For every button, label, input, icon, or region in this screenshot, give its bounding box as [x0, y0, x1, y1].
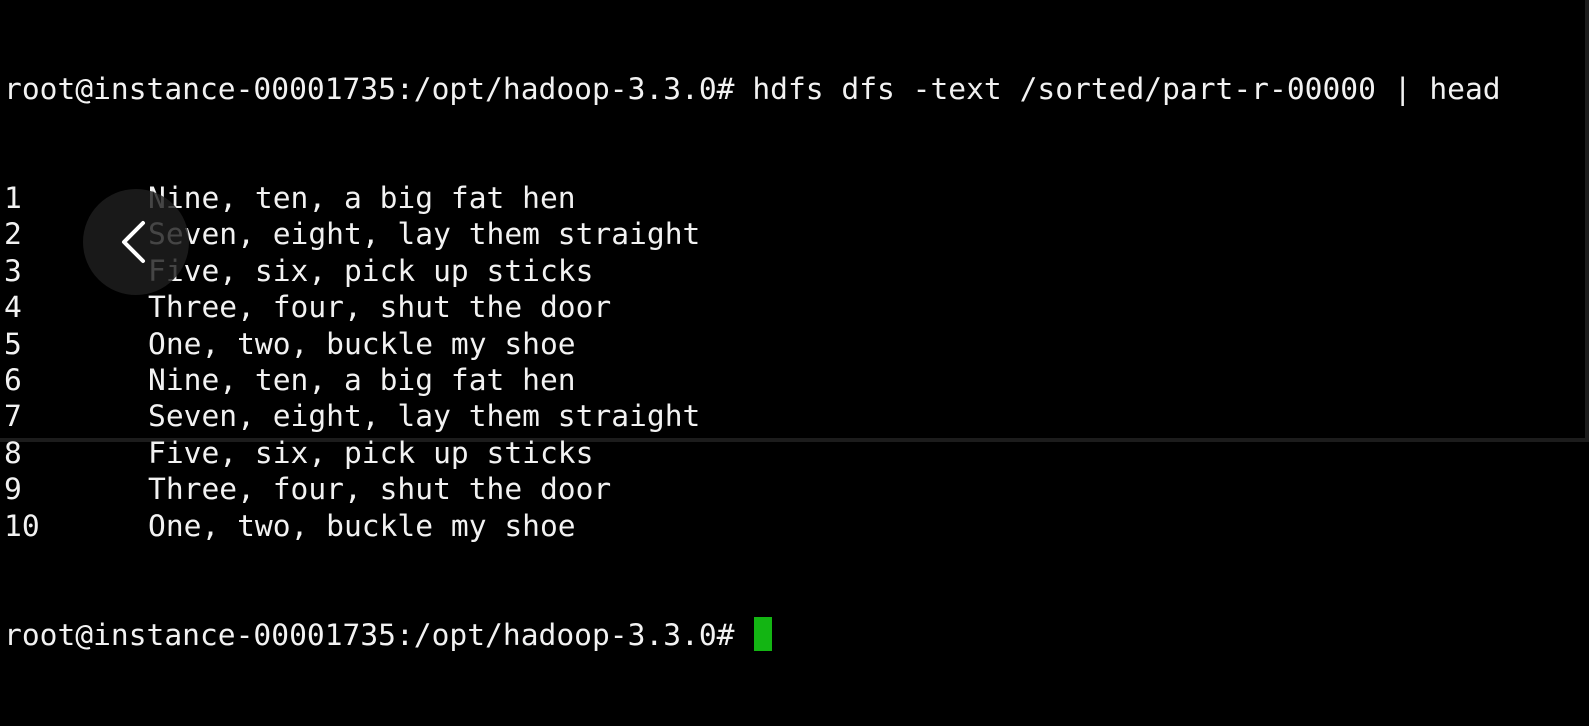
row-text: One, two, buckle my shoe [148, 508, 576, 543]
text-cursor [754, 616, 773, 651]
output-line: 8 Five, six, pick up sticks [4, 435, 1501, 471]
row-number: 10 [4, 508, 40, 543]
output-line: 9 Three, four, shut the door [4, 471, 1501, 507]
output-line: 4 Three, four, shut the door [4, 289, 1501, 325]
command-text: hdfs dfs -text /sorted/part-r-00000 | he… [752, 71, 1501, 106]
row-text: Nine, ten, a big fat hen [148, 181, 576, 216]
output-line: 1 Nine, ten, a big fat hen [4, 180, 1501, 216]
row-text: Five, six, pick up sticks [148, 435, 594, 470]
row-text: Seven, eight, lay them straight [148, 399, 701, 434]
prompt: root@instance-00001735:/opt/hadoop-3.3.0… [4, 71, 753, 106]
terminal-output[interactable]: root@instance-00001735:/opt/hadoop-3.3.0… [4, 0, 1501, 726]
output-rows: 1 Nine, ten, a big fat hen 2 Seven, eight, … [4, 180, 1501, 544]
row-text: One, two, buckle my shoe [148, 326, 576, 361]
terminal-window: root@instance-00001735:/opt/hadoop-3.3.0… [0, 0, 1589, 652]
output-line: 5 One, two, buckle my shoe [4, 326, 1501, 362]
output-line: 6 Nine, ten, a big fat hen [4, 362, 1501, 398]
current-prompt-line[interactable]: root@instance-00001735:/opt/hadoop-3.3.0… [4, 616, 1501, 653]
row-number: 9 [4, 472, 22, 507]
command-line: root@instance-00001735:/opt/hadoop-3.3.0… [4, 71, 1501, 107]
output-line: 10 One, two, buckle my shoe [4, 508, 1501, 544]
output-line: 3 Five, six, pick up sticks [4, 253, 1501, 289]
output-line: 7 Seven, eight, lay them straight [4, 398, 1501, 434]
row-number: 7 [4, 399, 22, 434]
row-number: 5 [4, 326, 22, 361]
prompt: root@instance-00001735:/opt/hadoop-3.3.0… [4, 617, 753, 652]
row-number: 8 [4, 435, 22, 470]
row-text: Seven, eight, lay them straight [148, 217, 701, 252]
row-text: Three, four, shut the door [148, 472, 612, 507]
back-button[interactable] [83, 189, 189, 295]
row-text: Five, six, pick up sticks [148, 253, 594, 288]
output-line: 2 Seven, eight, lay them straight [4, 216, 1501, 252]
row-number: 6 [4, 362, 22, 397]
row-text: Three, four, shut the door [148, 290, 612, 325]
row-text: Nine, ten, a big fat hen [148, 362, 576, 397]
